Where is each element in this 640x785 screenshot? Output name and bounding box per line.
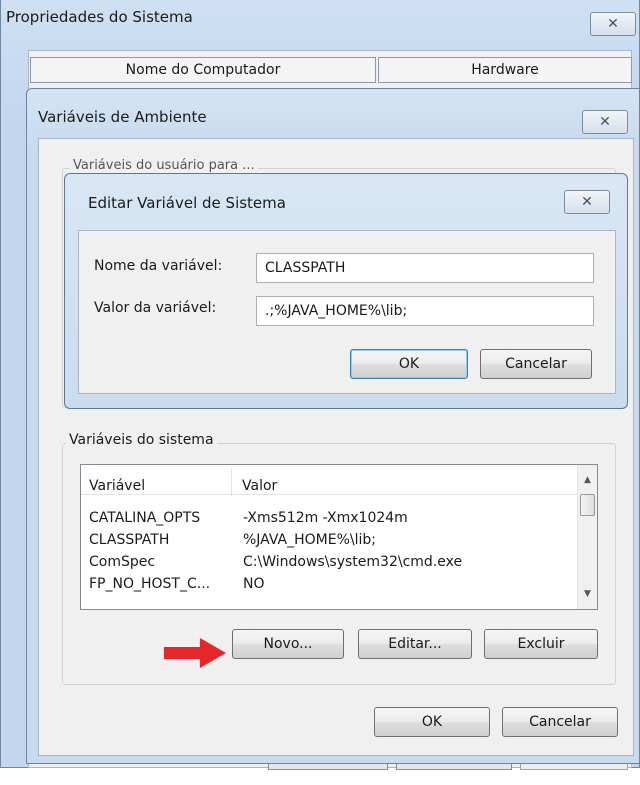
env-ok-button[interactable]: OK bbox=[374, 707, 490, 737]
tab-computer-name[interactable]: Nome do Computador bbox=[30, 57, 376, 83]
table-row[interactable]: FP_NO_HOST_C... NO bbox=[81, 573, 577, 595]
chevron-down-icon[interactable]: ▼ bbox=[580, 586, 595, 602]
row-variable-name: CATALINA_OPTS bbox=[89, 510, 201, 526]
close-icon: ✕ bbox=[581, 194, 593, 210]
variable-name-label: Nome da variável: bbox=[94, 258, 223, 274]
tab-hardware[interactable]: Hardware bbox=[378, 57, 632, 83]
variable-value-input[interactable]: .;%JAVA_HOME%\lib; bbox=[256, 296, 594, 326]
table-row[interactable]: CLASSPATH %JAVA_HOME%\lib; bbox=[81, 529, 577, 551]
delete-button[interactable]: Excluir bbox=[484, 629, 598, 659]
system-properties-close-button[interactable]: ✕ bbox=[590, 12, 636, 36]
column-divider[interactable] bbox=[231, 468, 232, 496]
system-properties-title: Propriedades do Sistema bbox=[6, 8, 193, 26]
system-variables-label: Variáveis do sistema bbox=[66, 432, 217, 448]
user-variables-label: Variáveis do usuário para ... bbox=[70, 158, 258, 173]
tab-hardware-label: Hardware bbox=[471, 62, 539, 78]
tab-computer-name-label: Nome do Computador bbox=[125, 62, 281, 78]
scrollbar-thumb[interactable] bbox=[580, 494, 595, 516]
row-variable-name: ComSpec bbox=[89, 554, 156, 570]
close-icon: ✕ bbox=[599, 114, 611, 130]
chevron-up-icon[interactable]: ▲ bbox=[580, 472, 595, 488]
edit-variable-close-button[interactable]: ✕ bbox=[564, 190, 610, 214]
environment-variables-close-button[interactable]: ✕ bbox=[582, 110, 628, 134]
new-button[interactable]: Novo... bbox=[232, 629, 344, 659]
table-row[interactable]: ComSpec C:\Windows\system32\cmd.exe bbox=[81, 551, 577, 573]
variable-value-label: Valor da variável: bbox=[94, 300, 217, 316]
variable-name-input[interactable]: CLASSPATH bbox=[256, 253, 594, 283]
env-cancel-button[interactable]: Cancelar bbox=[502, 707, 618, 737]
row-variable-value: %JAVA_HOME%\lib; bbox=[243, 532, 376, 548]
red-arrow-icon bbox=[164, 638, 226, 668]
edit-ok-button[interactable]: OK bbox=[350, 349, 468, 379]
edit-cancel-button[interactable]: Cancelar bbox=[480, 349, 592, 379]
edit-variable-title: Editar Variável de Sistema bbox=[88, 194, 286, 212]
column-header-variable[interactable]: Variável bbox=[81, 471, 231, 501]
row-variable-value: C:\Windows\system32\cmd.exe bbox=[243, 554, 463, 570]
environment-variables-title: Variáveis de Ambiente bbox=[38, 108, 207, 126]
table-row[interactable]: CATALINA_OPTS -Xms512m -Xmx1024m bbox=[81, 507, 577, 529]
row-variable-value: NO bbox=[243, 576, 265, 592]
row-variable-name: FP_NO_HOST_C... bbox=[89, 576, 211, 592]
column-header-value[interactable]: Valor bbox=[234, 471, 534, 501]
list-rows: CATALINA_OPTS -Xms512m -Xmx1024m CLASSPA… bbox=[81, 507, 577, 595]
row-variable-value: -Xms512m -Xmx1024m bbox=[243, 510, 408, 526]
row-variable-name: CLASSPATH bbox=[89, 532, 170, 548]
edit-button[interactable]: Editar... bbox=[358, 629, 472, 659]
close-icon: ✕ bbox=[607, 16, 619, 32]
